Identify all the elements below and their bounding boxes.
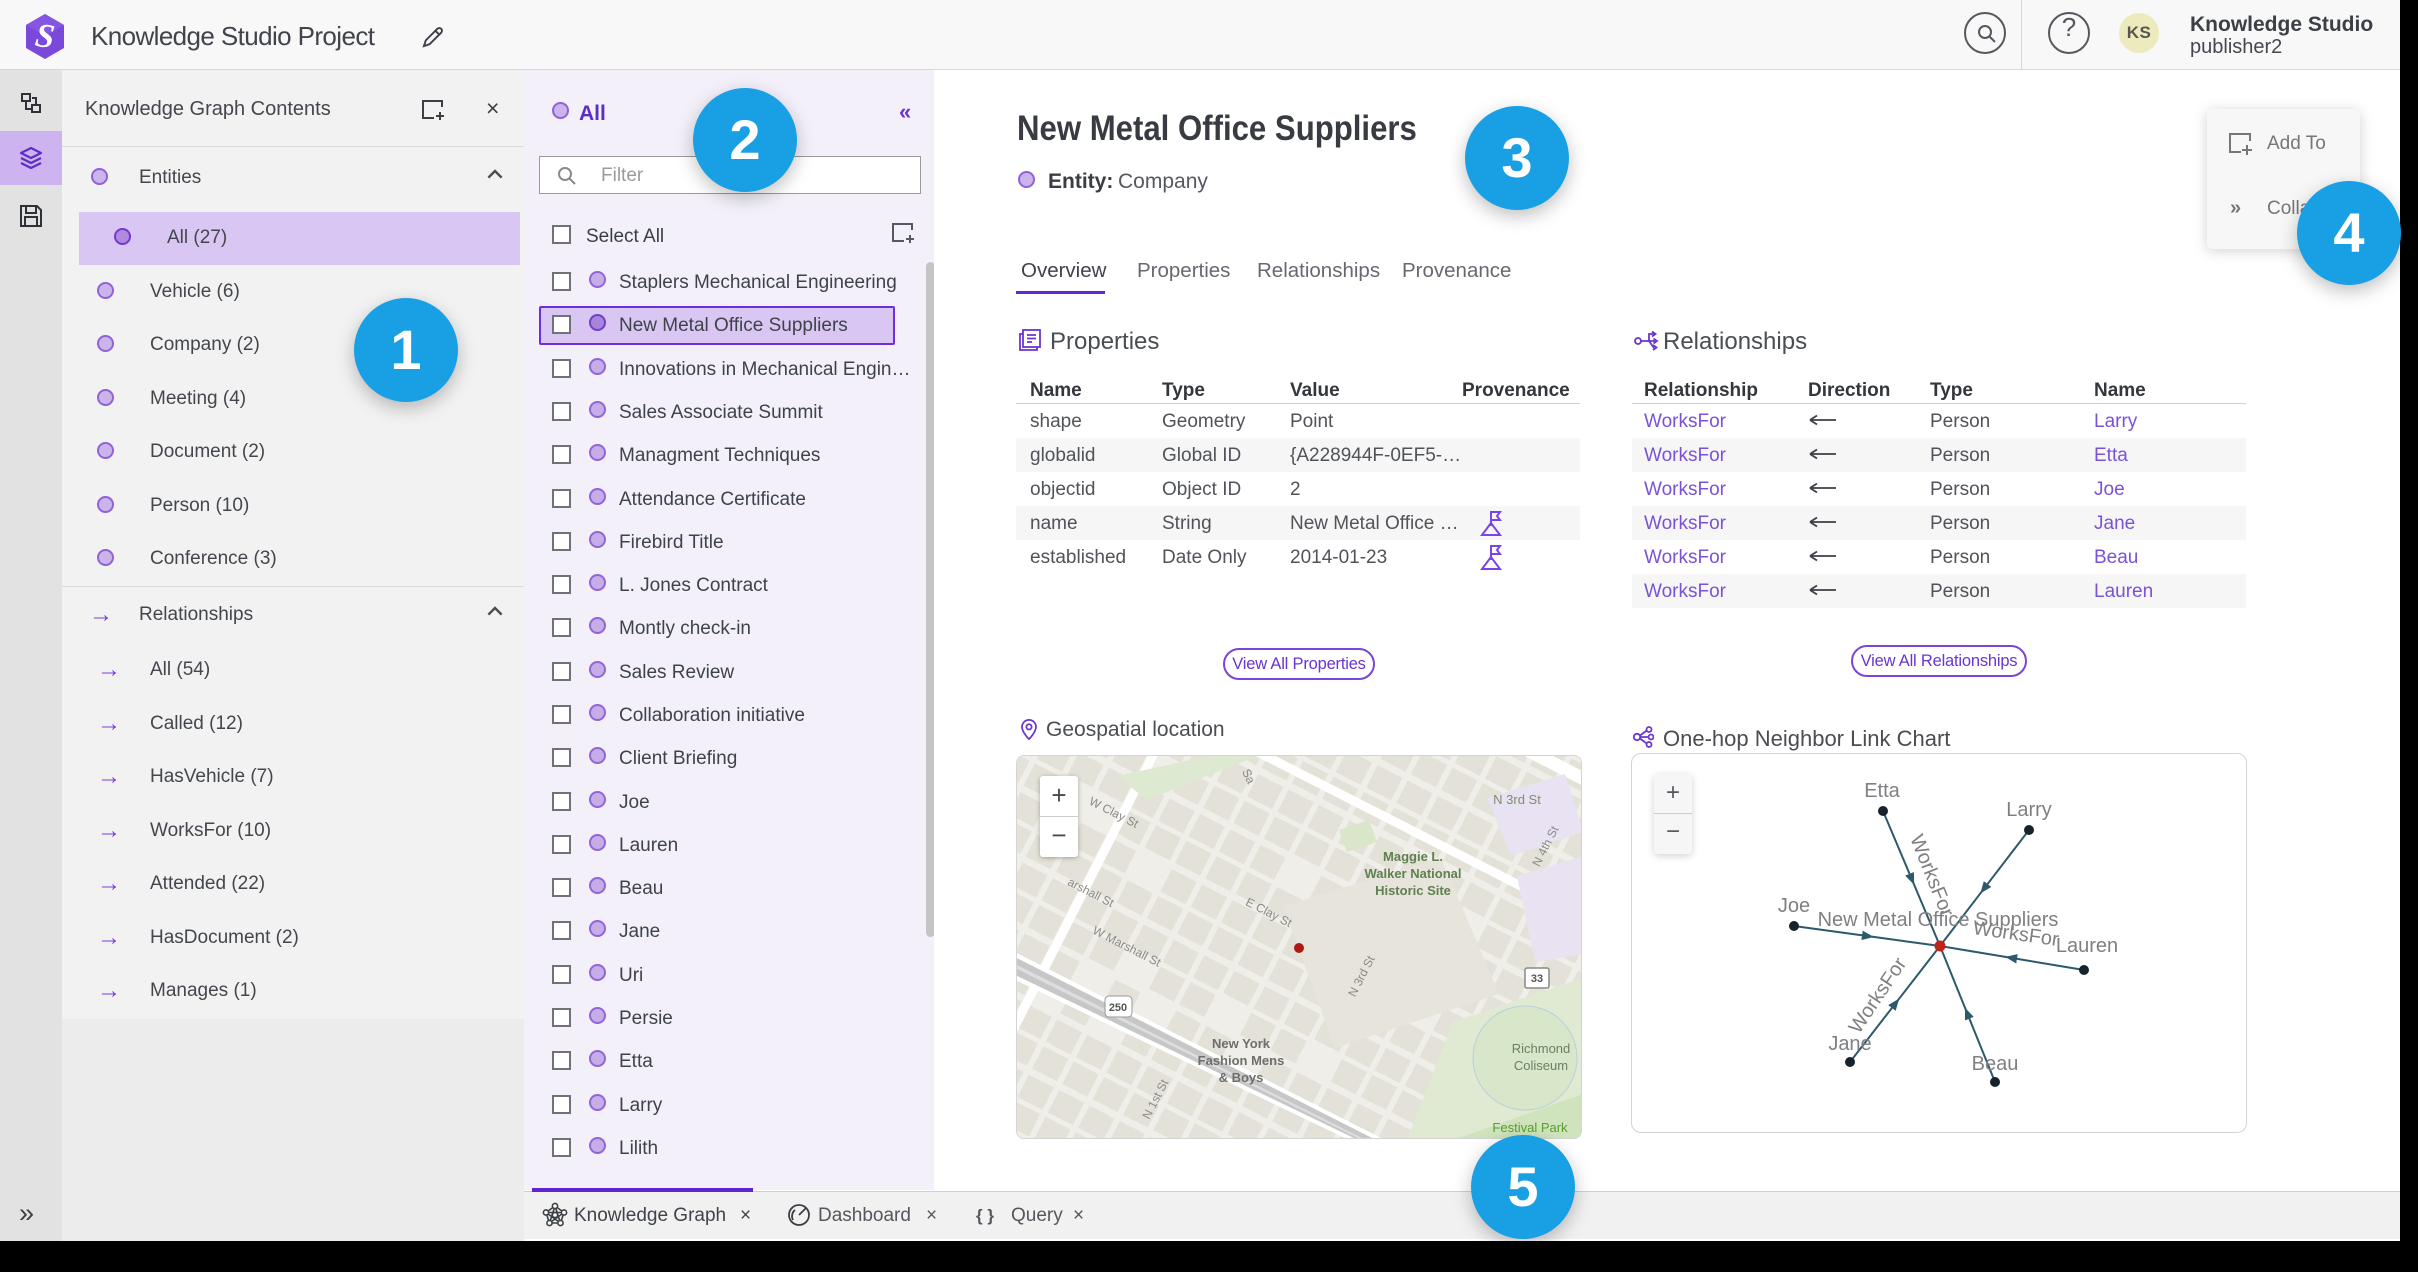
- svg-text:WorksFor: WorksFor: [1905, 832, 1958, 921]
- svg-text:33: 33: [1531, 973, 1543, 985]
- svg-text:Walker National: Walker National: [1364, 866, 1461, 881]
- svg-text:Coliseum: Coliseum: [1514, 1058, 1568, 1073]
- svg-text:Lauren: Lauren: [2056, 935, 2118, 957]
- svg-text:Historic Site: Historic Site: [1375, 883, 1451, 898]
- svg-text:Joe: Joe: [1778, 895, 1810, 917]
- svg-text:New York: New York: [1212, 1036, 1271, 1051]
- svg-text:Larry: Larry: [2006, 799, 2052, 821]
- svg-text:Jane: Jane: [1828, 1033, 1871, 1055]
- svg-text:& Boys: & Boys: [1219, 1070, 1264, 1085]
- svg-text:Festival Park: Festival Park: [1492, 1120, 1568, 1135]
- svg-text:250: 250: [1109, 1002, 1127, 1014]
- svg-text:N 3rd St: N 3rd St: [1493, 792, 1541, 807]
- svg-text:Richmond: Richmond: [1512, 1041, 1571, 1056]
- svg-text:Maggie L.: Maggie L.: [1383, 849, 1443, 864]
- svg-text:Fashion Mens: Fashion Mens: [1198, 1053, 1285, 1068]
- svg-text:Beau: Beau: [1972, 1053, 2019, 1075]
- svg-text:Etta: Etta: [1864, 780, 1900, 802]
